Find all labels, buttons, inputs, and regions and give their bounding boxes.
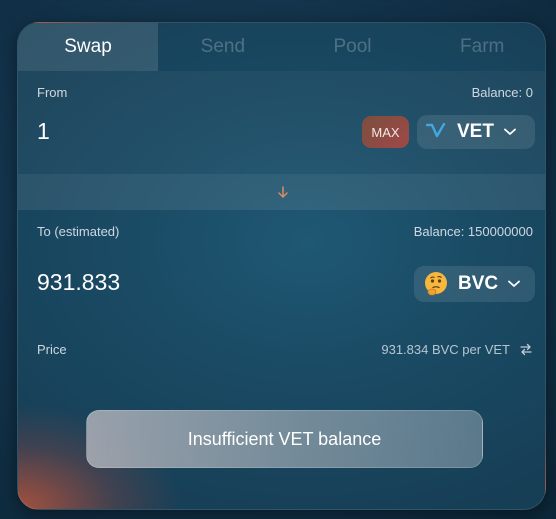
from-balance: Balance: 0: [471, 85, 533, 100]
price-text: 931.834 BVC per VET: [381, 342, 510, 357]
switch-direction-button[interactable]: [18, 174, 545, 210]
chevron-down-icon: [508, 280, 521, 288]
from-token-select[interactable]: VET: [417, 115, 535, 149]
tab-swap[interactable]: Swap: [18, 23, 158, 71]
from-token-symbol: VET: [457, 121, 494, 142]
from-panel: From Balance: 0 1 MAX VET: [18, 71, 545, 174]
thinking-face-emoji-icon: [423, 271, 449, 297]
price-label: Price: [37, 342, 67, 357]
from-amount-input[interactable]: 1: [37, 118, 50, 145]
price-row: Price 931.834 BVC per VET: [18, 335, 545, 365]
tab-farm[interactable]: Farm: [417, 23, 545, 71]
insufficient-balance-button[interactable]: Insufficient VET balance: [86, 410, 483, 468]
price-value: 931.834 BVC per VET: [381, 342, 533, 357]
to-balance: Balance: 150000000: [413, 224, 533, 239]
tab-bar: Swap Send Pool Farm: [18, 23, 545, 71]
chevron-down-icon: [504, 128, 516, 136]
to-token-symbol: BVC: [458, 273, 499, 294]
vechain-logo-icon: [426, 123, 448, 141]
tab-send[interactable]: Send: [158, 23, 288, 71]
to-amount-input[interactable]: 931.833: [37, 269, 120, 296]
page: Swap Send Pool Farm From Balance: 0 1 MA…: [0, 0, 556, 519]
to-token-select[interactable]: BVC: [414, 266, 535, 302]
max-button[interactable]: MAX: [362, 116, 409, 148]
to-panel: To (estimated) Balance: 150000000 931.83…: [18, 210, 545, 335]
from-label: From: [37, 85, 68, 100]
swap-card: Swap Send Pool Farm From Balance: 0 1 MA…: [17, 22, 546, 510]
to-label: To (estimated): [37, 224, 120, 239]
swap-rates-icon[interactable]: [519, 343, 533, 356]
arrow-down-icon: [277, 185, 289, 199]
tab-pool[interactable]: Pool: [288, 23, 418, 71]
